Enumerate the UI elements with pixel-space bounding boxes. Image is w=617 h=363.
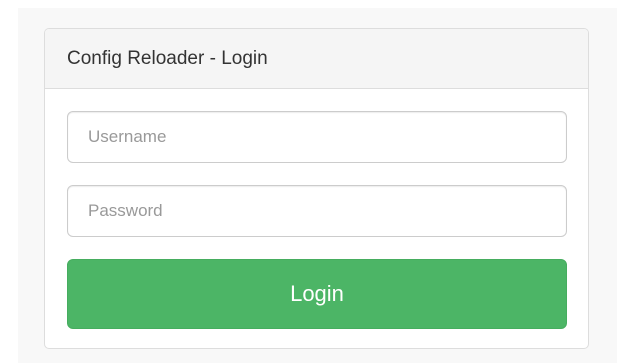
username-input[interactable] bbox=[67, 111, 567, 163]
password-input[interactable] bbox=[67, 185, 567, 237]
panel-heading: Config Reloader - Login bbox=[45, 29, 588, 89]
login-panel: Config Reloader - Login Login bbox=[44, 28, 589, 349]
login-form: Login bbox=[45, 89, 588, 329]
login-button[interactable]: Login bbox=[67, 259, 567, 329]
panel-title: Config Reloader - Login bbox=[67, 47, 268, 69]
